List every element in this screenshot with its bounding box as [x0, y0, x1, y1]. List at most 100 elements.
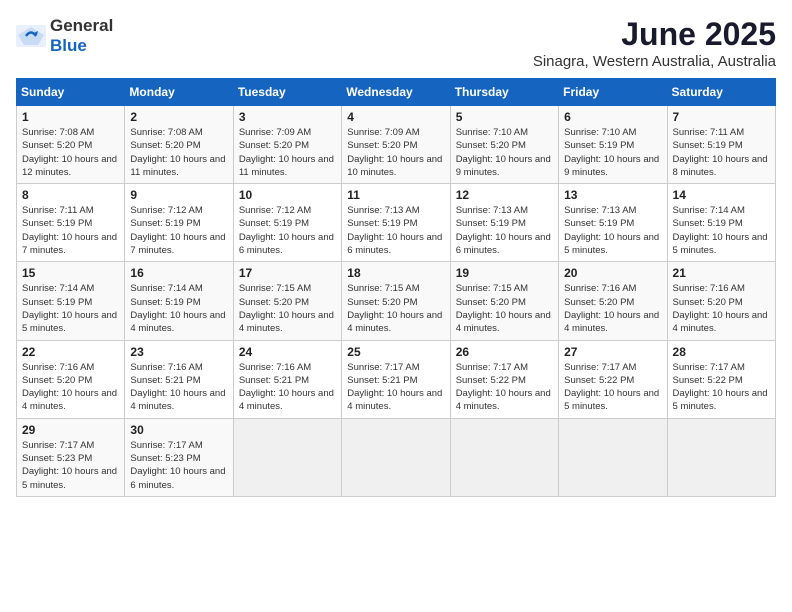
calendar-cell: 15 Sunrise: 7:14 AMSunset: 5:19 PMDaylig… — [17, 262, 125, 340]
day-number: 4 — [347, 110, 444, 124]
logo-icon — [16, 25, 46, 47]
day-info: Sunrise: 7:11 AMSunset: 5:19 PMDaylight:… — [673, 127, 768, 178]
calendar-cell: 7 Sunrise: 7:11 AMSunset: 5:19 PMDayligh… — [667, 106, 775, 184]
day-info: Sunrise: 7:14 AMSunset: 5:19 PMDaylight:… — [673, 205, 768, 256]
calendar-table: Sunday Monday Tuesday Wednesday Thursday… — [16, 78, 776, 497]
day-info: Sunrise: 7:11 AMSunset: 5:19 PMDaylight:… — [22, 205, 117, 256]
calendar-cell: 21 Sunrise: 7:16 AMSunset: 5:20 PMDaylig… — [667, 262, 775, 340]
day-number: 26 — [456, 345, 553, 359]
day-info: Sunrise: 7:17 AMSunset: 5:22 PMDaylight:… — [456, 362, 551, 413]
day-info: Sunrise: 7:16 AMSunset: 5:21 PMDaylight:… — [130, 362, 225, 413]
calendar-cell: 22 Sunrise: 7:16 AMSunset: 5:20 PMDaylig… — [17, 340, 125, 418]
calendar-week-2: 8 Sunrise: 7:11 AMSunset: 5:19 PMDayligh… — [17, 184, 776, 262]
day-info: Sunrise: 7:13 AMSunset: 5:19 PMDaylight:… — [456, 205, 551, 256]
day-number: 8 — [22, 188, 119, 202]
day-number: 18 — [347, 266, 444, 280]
day-number: 2 — [130, 110, 227, 124]
day-number: 28 — [673, 345, 770, 359]
day-info: Sunrise: 7:16 AMSunset: 5:21 PMDaylight:… — [239, 362, 334, 413]
day-info: Sunrise: 7:08 AMSunset: 5:20 PMDaylight:… — [130, 127, 225, 178]
calendar-week-1: 1 Sunrise: 7:08 AMSunset: 5:20 PMDayligh… — [17, 106, 776, 184]
day-info: Sunrise: 7:15 AMSunset: 5:20 PMDaylight:… — [456, 283, 551, 334]
calendar-cell: 17 Sunrise: 7:15 AMSunset: 5:20 PMDaylig… — [233, 262, 341, 340]
day-number: 5 — [456, 110, 553, 124]
day-number: 3 — [239, 110, 336, 124]
day-info: Sunrise: 7:17 AMSunset: 5:21 PMDaylight:… — [347, 362, 442, 413]
day-info: Sunrise: 7:12 AMSunset: 5:19 PMDaylight:… — [130, 205, 225, 256]
calendar-cell: 4 Sunrise: 7:09 AMSunset: 5:20 PMDayligh… — [342, 106, 450, 184]
day-number: 30 — [130, 423, 227, 437]
day-info: Sunrise: 7:16 AMSunset: 5:20 PMDaylight:… — [564, 283, 659, 334]
calendar-cell: 2 Sunrise: 7:08 AMSunset: 5:20 PMDayligh… — [125, 106, 233, 184]
calendar-cell: 6 Sunrise: 7:10 AMSunset: 5:19 PMDayligh… — [559, 106, 667, 184]
day-info: Sunrise: 7:16 AMSunset: 5:20 PMDaylight:… — [673, 283, 768, 334]
day-number: 16 — [130, 266, 227, 280]
title-area: June 2025 Sinagra, Western Australia, Au… — [533, 16, 776, 70]
calendar-body: 1 Sunrise: 7:08 AMSunset: 5:20 PMDayligh… — [17, 106, 776, 497]
calendar-cell: 3 Sunrise: 7:09 AMSunset: 5:20 PMDayligh… — [233, 106, 341, 184]
day-number: 9 — [130, 188, 227, 202]
calendar-cell: 30 Sunrise: 7:17 AMSunset: 5:23 PMDaylig… — [125, 418, 233, 496]
day-info: Sunrise: 7:09 AMSunset: 5:20 PMDaylight:… — [347, 127, 442, 178]
day-info: Sunrise: 7:16 AMSunset: 5:20 PMDaylight:… — [22, 362, 117, 413]
calendar-week-5: 29 Sunrise: 7:17 AMSunset: 5:23 PMDaylig… — [17, 418, 776, 496]
day-number: 10 — [239, 188, 336, 202]
calendar-cell: 12 Sunrise: 7:13 AMSunset: 5:19 PMDaylig… — [450, 184, 558, 262]
subtitle: Sinagra, Western Australia, Australia — [533, 53, 776, 70]
calendar-cell — [342, 418, 450, 496]
calendar-cell: 23 Sunrise: 7:16 AMSunset: 5:21 PMDaylig… — [125, 340, 233, 418]
day-number: 11 — [347, 188, 444, 202]
day-info: Sunrise: 7:08 AMSunset: 5:20 PMDaylight:… — [22, 127, 117, 178]
calendar-cell — [450, 418, 558, 496]
calendar-week-4: 22 Sunrise: 7:16 AMSunset: 5:20 PMDaylig… — [17, 340, 776, 418]
day-number: 12 — [456, 188, 553, 202]
calendar-cell: 26 Sunrise: 7:17 AMSunset: 5:22 PMDaylig… — [450, 340, 558, 418]
day-info: Sunrise: 7:17 AMSunset: 5:22 PMDaylight:… — [564, 362, 659, 413]
logo-general: General — [50, 16, 113, 35]
header: General Blue June 2025 Sinagra, Western … — [16, 16, 776, 70]
calendar-cell: 19 Sunrise: 7:15 AMSunset: 5:20 PMDaylig… — [450, 262, 558, 340]
day-info: Sunrise: 7:10 AMSunset: 5:20 PMDaylight:… — [456, 127, 551, 178]
day-number: 24 — [239, 345, 336, 359]
day-info: Sunrise: 7:17 AMSunset: 5:23 PMDaylight:… — [130, 440, 225, 491]
col-wednesday: Wednesday — [342, 79, 450, 106]
calendar-cell: 29 Sunrise: 7:17 AMSunset: 5:23 PMDaylig… — [17, 418, 125, 496]
main-title: June 2025 — [533, 16, 776, 53]
day-number: 27 — [564, 345, 661, 359]
day-info: Sunrise: 7:17 AMSunset: 5:23 PMDaylight:… — [22, 440, 117, 491]
calendar-cell: 1 Sunrise: 7:08 AMSunset: 5:20 PMDayligh… — [17, 106, 125, 184]
calendar-cell: 11 Sunrise: 7:13 AMSunset: 5:19 PMDaylig… — [342, 184, 450, 262]
day-number: 22 — [22, 345, 119, 359]
calendar-cell — [559, 418, 667, 496]
calendar-cell: 14 Sunrise: 7:14 AMSunset: 5:19 PMDaylig… — [667, 184, 775, 262]
day-info: Sunrise: 7:10 AMSunset: 5:19 PMDaylight:… — [564, 127, 659, 178]
logo-blue: Blue — [50, 36, 87, 55]
day-number: 25 — [347, 345, 444, 359]
calendar-cell: 18 Sunrise: 7:15 AMSunset: 5:20 PMDaylig… — [342, 262, 450, 340]
calendar-cell: 13 Sunrise: 7:13 AMSunset: 5:19 PMDaylig… — [559, 184, 667, 262]
calendar-header: Sunday Monday Tuesday Wednesday Thursday… — [17, 79, 776, 106]
day-number: 6 — [564, 110, 661, 124]
calendar-cell: 28 Sunrise: 7:17 AMSunset: 5:22 PMDaylig… — [667, 340, 775, 418]
day-number: 23 — [130, 345, 227, 359]
calendar-cell: 8 Sunrise: 7:11 AMSunset: 5:19 PMDayligh… — [17, 184, 125, 262]
day-info: Sunrise: 7:14 AMSunset: 5:19 PMDaylight:… — [130, 283, 225, 334]
logo: General Blue — [16, 16, 113, 56]
day-info: Sunrise: 7:14 AMSunset: 5:19 PMDaylight:… — [22, 283, 117, 334]
calendar-cell — [667, 418, 775, 496]
logo-text: General Blue — [50, 16, 113, 56]
calendar-cell: 24 Sunrise: 7:16 AMSunset: 5:21 PMDaylig… — [233, 340, 341, 418]
day-info: Sunrise: 7:15 AMSunset: 5:20 PMDaylight:… — [347, 283, 442, 334]
col-thursday: Thursday — [450, 79, 558, 106]
header-row: Sunday Monday Tuesday Wednesday Thursday… — [17, 79, 776, 106]
col-saturday: Saturday — [667, 79, 775, 106]
day-number: 7 — [673, 110, 770, 124]
calendar-cell: 25 Sunrise: 7:17 AMSunset: 5:21 PMDaylig… — [342, 340, 450, 418]
calendar-cell — [233, 418, 341, 496]
calendar-week-3: 15 Sunrise: 7:14 AMSunset: 5:19 PMDaylig… — [17, 262, 776, 340]
calendar-cell: 10 Sunrise: 7:12 AMSunset: 5:19 PMDaylig… — [233, 184, 341, 262]
day-info: Sunrise: 7:13 AMSunset: 5:19 PMDaylight:… — [347, 205, 442, 256]
day-number: 20 — [564, 266, 661, 280]
col-monday: Monday — [125, 79, 233, 106]
day-number: 1 — [22, 110, 119, 124]
